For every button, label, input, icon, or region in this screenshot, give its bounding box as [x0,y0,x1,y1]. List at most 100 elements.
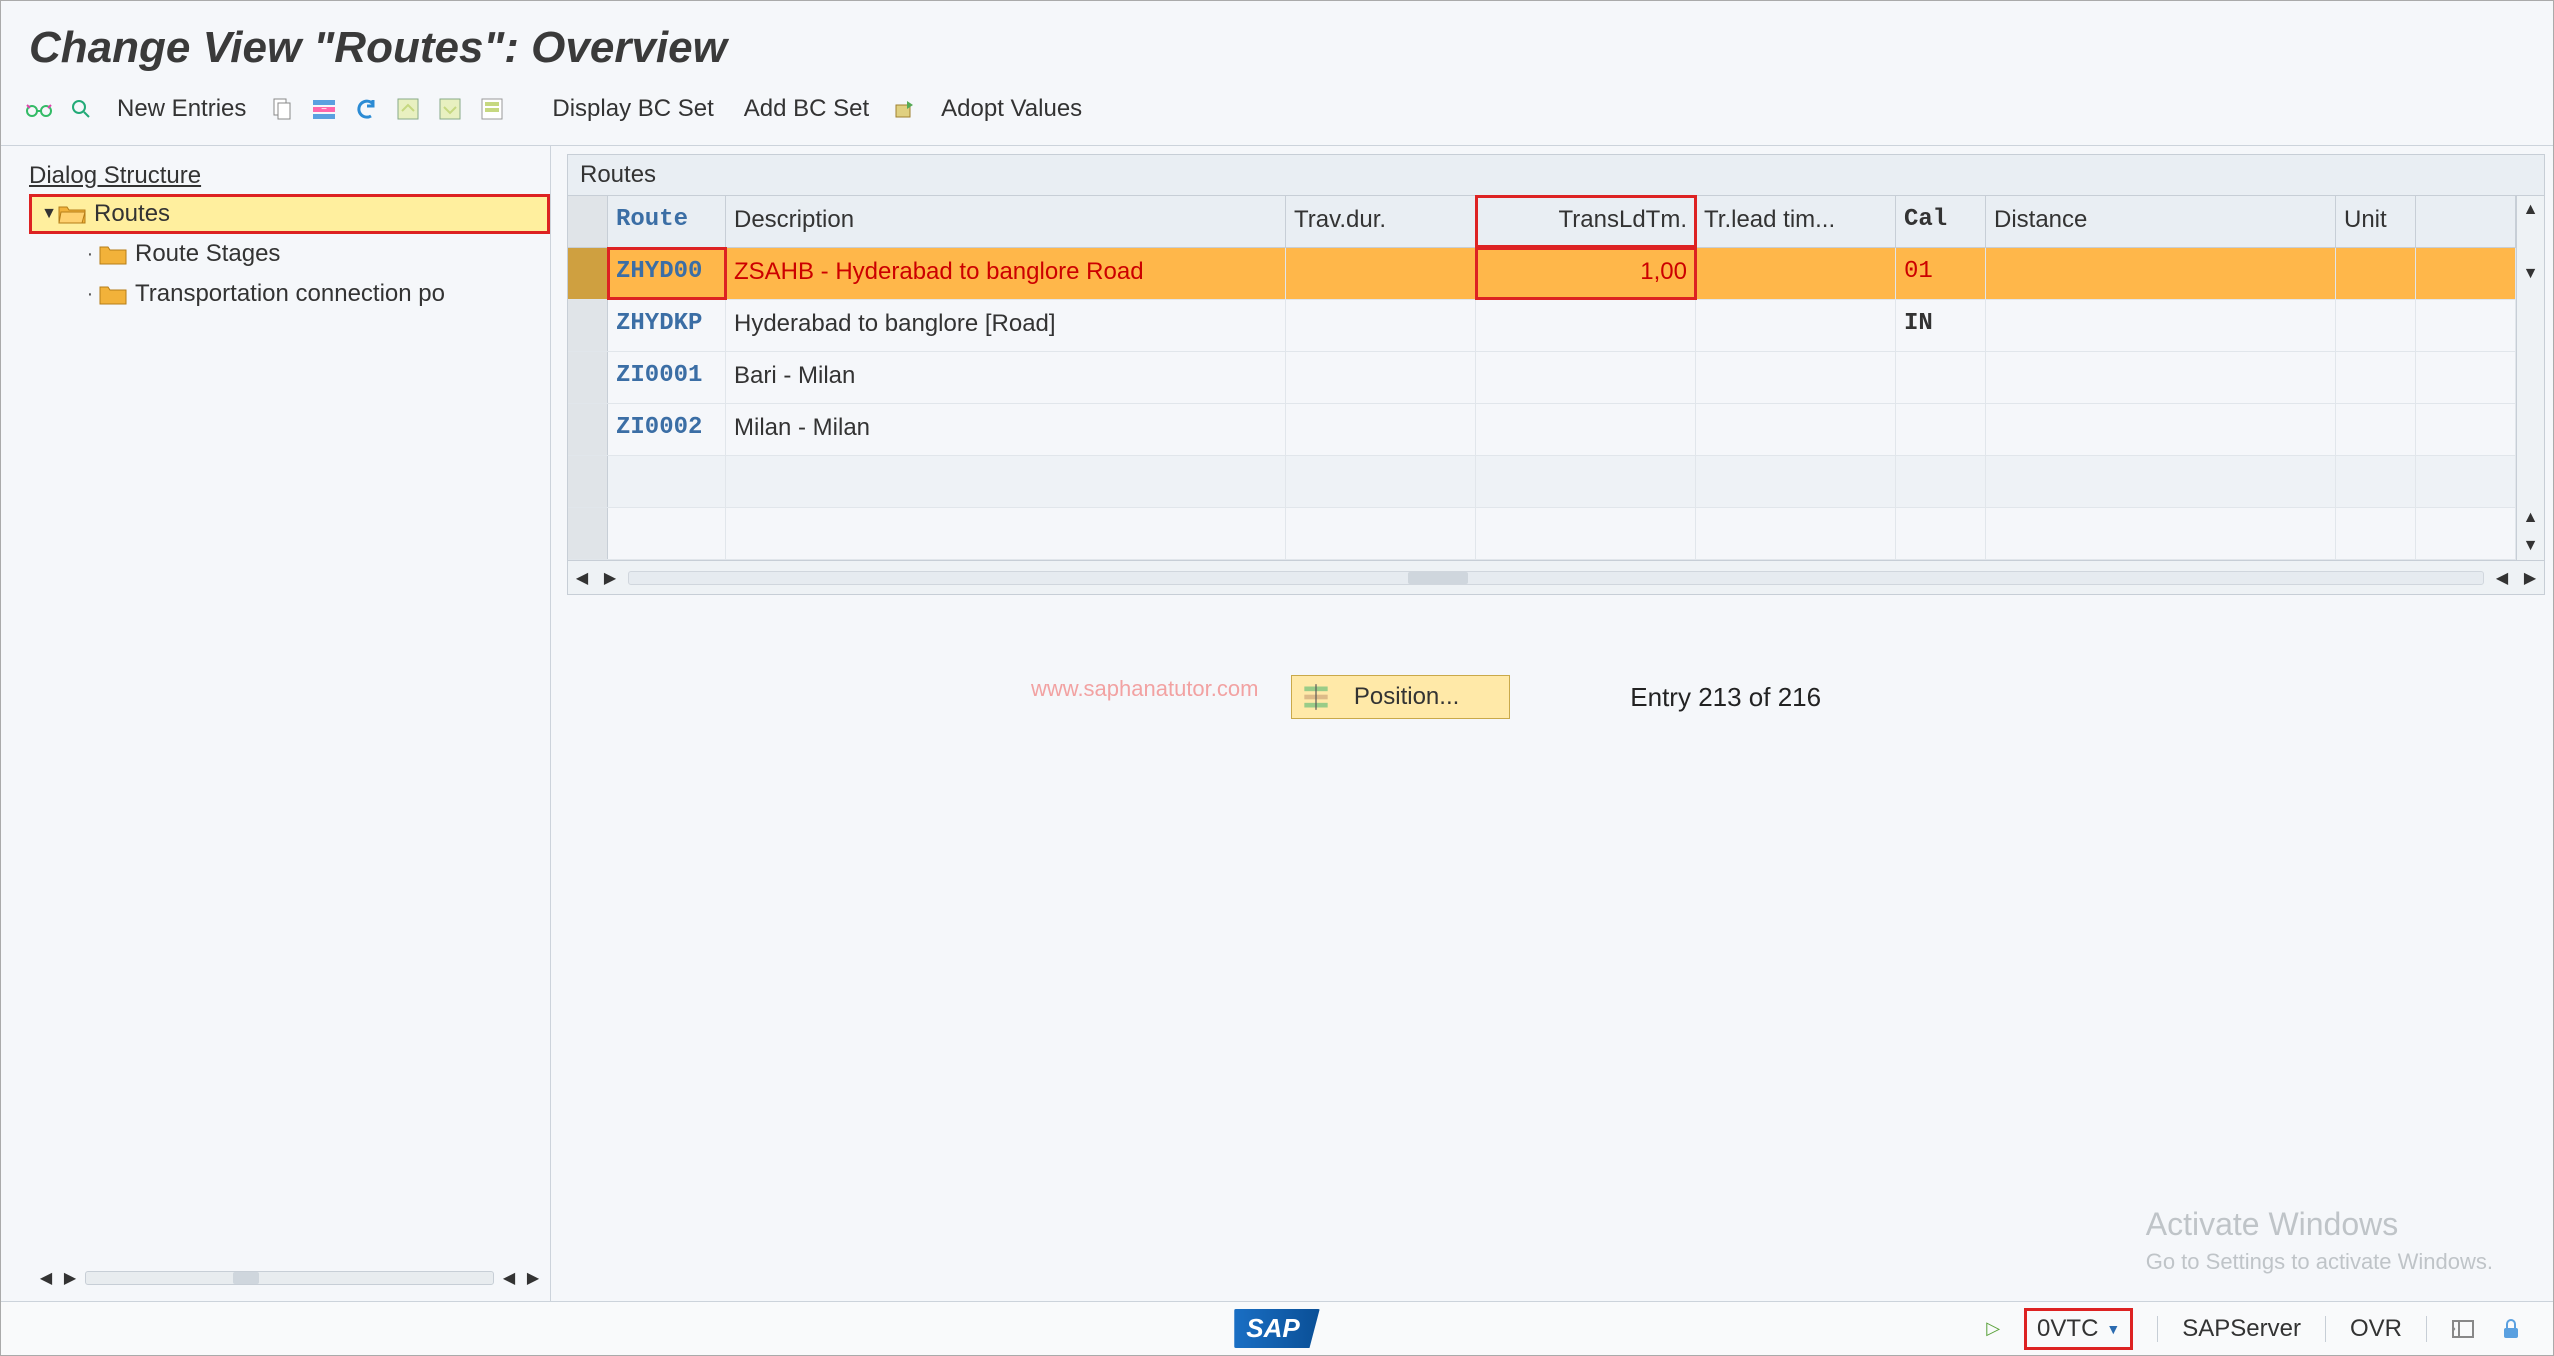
scroll-up-icon[interactable]: ▲ [2517,504,2544,532]
tree-node-routes[interactable]: ▼ Routes [29,194,550,234]
col-distance[interactable]: Distance [1986,196,2336,247]
tree-node-route-stages[interactable]: · Route Stages [29,234,550,274]
cell-unit[interactable] [2336,508,2416,559]
glasses-icon[interactable] [23,91,55,127]
cell-unit[interactable] [2336,300,2416,351]
scroll-down-icon[interactable]: ▼ [2517,260,2544,288]
cell-description[interactable]: Hyderabad to banglore [Road] [726,300,1286,351]
col-extra[interactable] [2416,196,2516,247]
cell-distance[interactable] [1986,456,2336,507]
scroll-right-icon[interactable]: ▶ [2516,561,2544,594]
cell-unit[interactable] [2336,404,2416,455]
cell-trlead[interactable] [1696,508,1896,559]
add-bcset-button[interactable]: Add BC Set [734,91,879,127]
adopt-values-button[interactable]: Adopt Values [931,91,1092,127]
cell-unit[interactable] [2336,456,2416,507]
table-row[interactable]: ZHYDKPHyderabad to banglore [Road] IN [568,300,2516,352]
cell-travdur[interactable] [1286,404,1476,455]
adopt-icon[interactable] [889,91,921,127]
scroll-left-icon[interactable]: ◀ [37,1269,55,1287]
position-button[interactable]: Position... [1291,675,1510,719]
cell-distance[interactable] [1986,300,2336,351]
scroll-down-icon[interactable]: ▼ [2517,532,2544,560]
cell-distance[interactable] [1986,352,2336,403]
cell-cal[interactable]: 01 [1896,248,1986,299]
grid-vertical-scrollbar[interactable]: ▲ ▼ ▲ ▼ [2516,196,2544,560]
row-selector[interactable] [568,248,608,299]
scroll-left-icon[interactable]: ◀ [2488,561,2516,594]
cell-distance[interactable] [1986,404,2336,455]
scrollbar-track[interactable] [628,571,2484,585]
col-route[interactable]: Route [608,196,726,247]
cell-route[interactable]: ZI0001 [608,352,726,403]
cell-extra[interactable] [2416,248,2516,299]
cell-description[interactable]: Bari - Milan [726,352,1286,403]
table-row[interactable]: ZI0002Milan - Milan [568,404,2516,456]
col-trlead[interactable]: Tr.lead tim... [1696,196,1896,247]
session-indicator-icon[interactable]: ▷ [1986,1318,2000,1339]
scroll-right-icon[interactable]: ▶ [596,561,624,594]
cell-cal[interactable]: IN [1896,300,1986,351]
scrollbar-thumb[interactable] [1408,572,1468,584]
display-bcset-button[interactable]: Display BC Set [542,91,723,127]
disclosure-triangle-icon[interactable]: ▼ [40,205,58,223]
cell-transldtm[interactable] [1476,456,1696,507]
table-row[interactable]: ZI0001Bari - Milan [568,352,2516,404]
col-travdur[interactable]: Trav.dur. [1286,196,1476,247]
cell-transldtm[interactable]: 1,00 [1476,248,1696,299]
deselect-all-icon[interactable] [434,91,466,127]
cell-trlead[interactable] [1696,248,1896,299]
cell-trlead[interactable] [1696,404,1896,455]
grid-horizontal-scrollbar[interactable]: ◀ ▶ ◀ ▶ [567,561,2545,595]
table-row[interactable]: ZHYD00ZSAHB - Hyderabad to banglore Road… [568,248,2516,300]
row-selector-header[interactable] [568,196,608,247]
cell-cal[interactable] [1896,404,1986,455]
cell-unit[interactable] [2336,248,2416,299]
scroll-left-icon[interactable]: ◀ [568,561,596,594]
select-all-icon[interactable] [392,91,424,127]
scroll-left-icon[interactable]: ◀ [500,1269,518,1287]
copy-icon[interactable] [266,91,298,127]
find-icon[interactable] [65,91,97,127]
cell-extra[interactable] [2416,352,2516,403]
row-selector[interactable] [568,456,608,507]
cell-travdur[interactable] [1286,248,1476,299]
row-selector[interactable] [568,508,608,559]
cell-extra[interactable] [2416,404,2516,455]
config-icon[interactable] [476,91,508,127]
cell-travdur[interactable] [1286,352,1476,403]
cell-transldtm[interactable] [1476,508,1696,559]
layout-icon[interactable] [2451,1317,2475,1341]
row-selector[interactable] [568,352,608,403]
table-row[interactable] [568,456,2516,508]
cell-route[interactable]: ZHYD00 [608,248,726,299]
tree-node-transport-connection[interactable]: · Transportation connection po [29,274,550,314]
table-row[interactable] [568,508,2516,560]
cell-cal[interactable] [1896,456,1986,507]
scrollbar-track[interactable] [2517,224,2544,260]
col-unit[interactable]: Unit [2336,196,2416,247]
scroll-right-icon[interactable]: ▶ [61,1269,79,1287]
cell-cal[interactable] [1896,352,1986,403]
col-transldtm[interactable]: TransLdTm. [1476,196,1696,247]
cell-travdur[interactable] [1286,456,1476,507]
cell-route[interactable]: ZI0002 [608,404,726,455]
cell-description[interactable] [726,456,1286,507]
col-description[interactable]: Description [726,196,1286,247]
cell-route[interactable]: ZHYDKP [608,300,726,351]
cell-distance[interactable] [1986,248,2336,299]
cell-description[interactable] [726,508,1286,559]
cell-travdur[interactable] [1286,508,1476,559]
scroll-right-icon[interactable]: ▶ [524,1269,542,1287]
cell-trlead[interactable] [1696,456,1896,507]
cell-extra[interactable] [2416,456,2516,507]
cell-unit[interactable] [2336,352,2416,403]
cell-transldtm[interactable] [1476,352,1696,403]
cell-description[interactable]: Milan - Milan [726,404,1286,455]
cell-travdur[interactable] [1286,300,1476,351]
scrollbar-track[interactable] [85,1271,494,1285]
delete-row-icon[interactable]: − [308,91,340,127]
scrollbar-thumb[interactable] [233,1272,259,1284]
cell-extra[interactable] [2416,508,2516,559]
cell-description[interactable]: ZSAHB - Hyderabad to banglore Road [726,248,1286,299]
